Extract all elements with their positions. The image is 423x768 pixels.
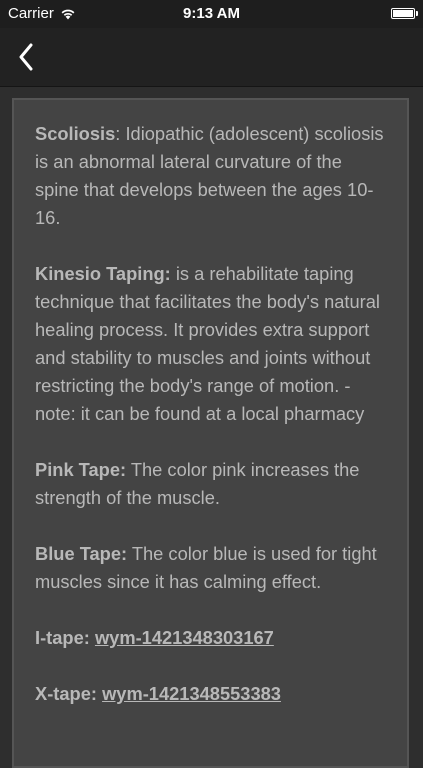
x-tape-row: X-tape: wym-1421348553383	[35, 680, 387, 708]
definition-term: Kinesio Taping:	[35, 263, 171, 284]
status-bar: Carrier 9:13 AM	[0, 0, 423, 28]
definition-term: Pink Tape:	[35, 459, 127, 480]
status-time: 9:13 AM	[183, 5, 240, 22]
x-tape-label: X-tape:	[35, 683, 97, 704]
x-tape-link[interactable]: wym-1421348553383	[102, 683, 281, 704]
i-tape-row: I-tape: wym-1421348303167	[35, 624, 387, 652]
battery-icon	[391, 8, 418, 19]
definition-text: is a rehabilitate taping technique that …	[35, 263, 380, 424]
definition-separator: :	[115, 123, 126, 144]
definitions-list: Scoliosis: Idiopathic (adolescent) scoli…	[14, 100, 407, 708]
definition-pink-tape: Pink Tape: The color pink increases the …	[35, 456, 387, 512]
i-tape-link[interactable]: wym-1421348303167	[95, 627, 274, 648]
definition-term: Scoliosis	[35, 123, 116, 144]
navigation-bar	[0, 28, 423, 87]
definition-scoliosis: Scoliosis: Idiopathic (adolescent) scoli…	[35, 120, 387, 232]
content-card: Scoliosis: Idiopathic (adolescent) scoli…	[12, 98, 409, 768]
back-button[interactable]	[6, 36, 46, 78]
i-tape-label: I-tape:	[35, 627, 90, 648]
definition-term: Blue Tape:	[35, 543, 128, 564]
chevron-left-icon	[19, 43, 33, 71]
definition-blue-tape: Blue Tape: The color blue is used for ti…	[35, 540, 387, 596]
definition-kinesio-taping: Kinesio Taping: is a rehabilitate taping…	[35, 260, 387, 428]
